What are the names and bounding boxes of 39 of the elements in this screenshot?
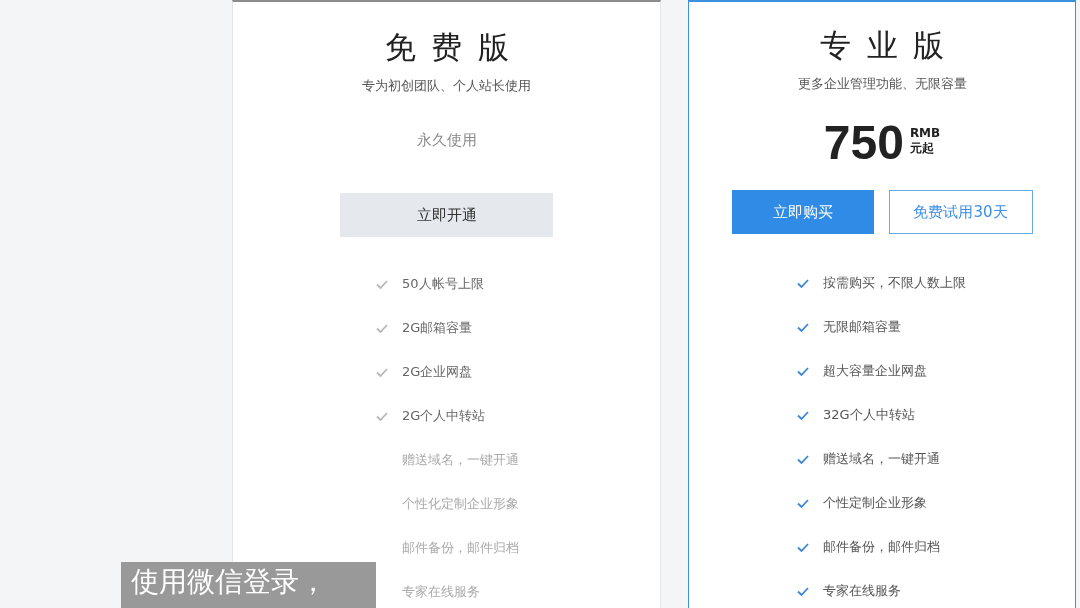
feature-text: 个性化定制企业形象 <box>402 496 519 512</box>
feature-text: 邮件备份，邮件归档 <box>823 539 940 555</box>
price-note: 永久使用 <box>416 130 477 150</box>
check-icon <box>797 542 809 552</box>
check-icon <box>797 322 809 332</box>
check-icon <box>797 366 809 376</box>
check-icon <box>797 498 809 508</box>
feature-text: 个性定制企业形象 <box>823 495 927 511</box>
check-icon <box>797 586 809 596</box>
plan-tagline: 专为初创团队、个人站长使用 <box>362 77 531 95</box>
feature-text: 无限邮箱容量 <box>823 319 901 335</box>
price-amount: 750 <box>823 121 904 165</box>
check-icon <box>376 323 388 333</box>
feature-text: 按需购买，不限人数上限 <box>823 275 966 291</box>
check-icon <box>797 278 809 288</box>
feature-text: 专家在线服务 <box>823 583 901 599</box>
feature-text: 邮件备份，邮件归档 <box>402 540 519 556</box>
activate-button[interactable]: 立即开通 <box>340 193 553 237</box>
check-icon <box>376 367 388 377</box>
check-icon <box>376 279 388 289</box>
video-subtitle: 使用微信登录， <box>121 562 376 608</box>
feature-text: 32G个人中转站 <box>823 407 915 423</box>
plan-title: 专业版 <box>820 26 960 65</box>
buy-button[interactable]: 立即购买 <box>731 190 874 234</box>
feature-text: 2G邮箱容量 <box>402 320 473 336</box>
price-suffix: 元起 <box>909 141 934 156</box>
plan-tagline: 更多企业管理功能、无限容量 <box>797 75 967 93</box>
check-icon <box>376 411 388 421</box>
check-icon <box>797 454 809 464</box>
feature-text: 专家在线服务 <box>402 584 480 600</box>
plan-title: 免费版 <box>384 28 524 67</box>
feature-text: 50人帐号上限 <box>402 276 484 292</box>
check-icon <box>797 410 809 420</box>
feature-text: 超大容量企业网盘 <box>823 363 927 379</box>
feature-text: 赠送域名，一键开通 <box>823 451 940 467</box>
feature-text: 2G企业网盘 <box>402 364 473 380</box>
price-currency: RMB <box>909 126 941 141</box>
trial-button[interactable]: 免费试用30天 <box>888 190 1033 234</box>
feature-text: 2G个人中转站 <box>402 408 486 424</box>
